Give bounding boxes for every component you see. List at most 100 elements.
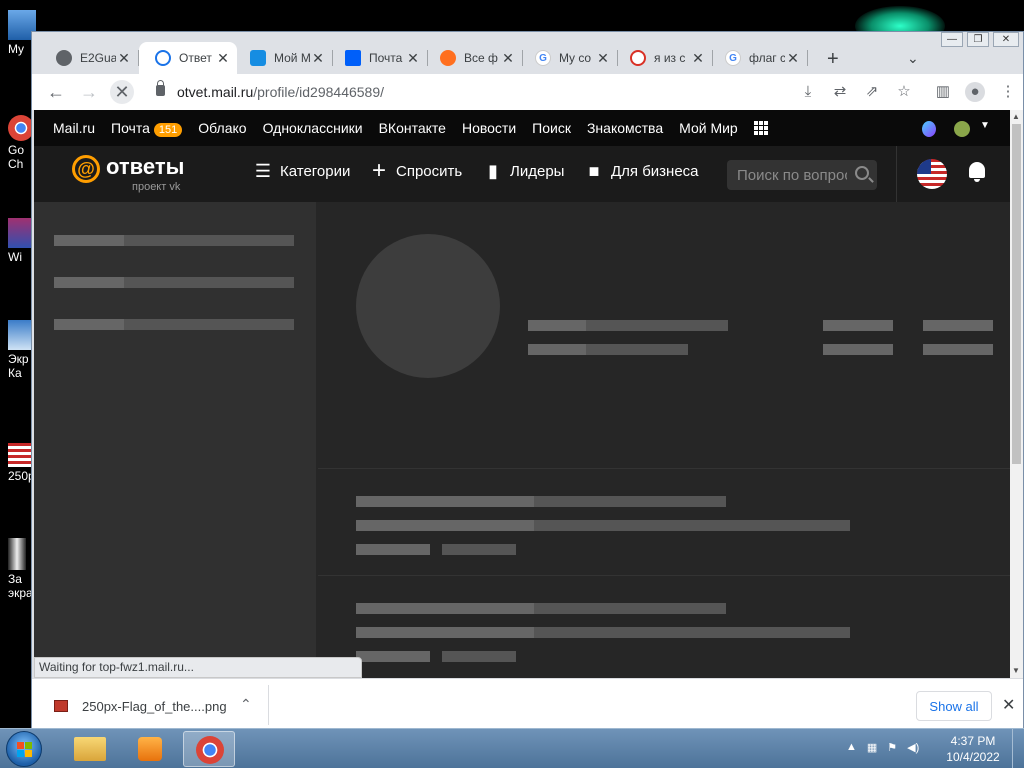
nav-categories[interactable]: ☰ Категории xyxy=(254,162,350,180)
otvety-header: @ ответы проект vk ☰ Категории + Спросить … xyxy=(34,146,1010,202)
portal-link-mailru[interactable]: Mail.ru xyxy=(53,120,95,136)
taskbar-media-player[interactable] xyxy=(124,731,176,767)
media-player-icon xyxy=(138,737,162,761)
portal-link-novosti[interactable]: Новости xyxy=(462,120,516,136)
logo-text[interactable]: ответы xyxy=(106,154,184,180)
tab-title: Ответ xyxy=(179,51,212,65)
skeleton-line xyxy=(442,651,516,662)
skeleton-line xyxy=(442,544,516,555)
portal-link-poisk[interactable]: Поиск xyxy=(532,120,571,136)
chevron-down-icon[interactable]: ⌄ xyxy=(907,50,919,67)
side-panel-icon[interactable]: ▥ xyxy=(933,82,953,102)
tab-google-1[interactable]: G My co ✕ xyxy=(519,42,618,74)
url-host: otvet.mail.ru xyxy=(177,84,254,100)
search-icon[interactable] xyxy=(855,166,869,180)
portal-link-moi-mir[interactable]: Мой Мир xyxy=(679,120,738,136)
close-icon[interactable]: ✕ xyxy=(215,50,231,67)
clock-time: 4:37 PM xyxy=(950,734,996,748)
chevron-down-icon[interactable]: ▼ xyxy=(980,120,990,131)
chevron-up-icon[interactable]: ⌃ xyxy=(240,696,252,713)
apps-grid-icon[interactable] xyxy=(753,121,768,135)
scroll-down-icon[interactable]: ▼ xyxy=(1012,666,1020,675)
portal-link-pochta[interactable]: Почта 151 xyxy=(111,120,183,137)
otvety-logo-icon[interactable]: @ xyxy=(72,155,100,183)
skeleton-line xyxy=(356,627,534,638)
skeleton-line xyxy=(586,320,728,331)
show-desktop-button[interactable] xyxy=(1012,729,1024,768)
tab-title: E2Gua xyxy=(80,51,116,65)
skeleton-line xyxy=(54,319,124,330)
action-center-icon[interactable]: ⚑ xyxy=(887,741,897,754)
nav-business[interactable]: ■ Для бизнеса xyxy=(585,162,699,180)
portal-link-znakomstva[interactable]: Знакомства xyxy=(587,120,663,136)
menu-kebab-icon[interactable]: ⋮ xyxy=(998,82,1018,102)
skeleton-line xyxy=(356,651,430,662)
translate-icon[interactable]: ⇄ xyxy=(830,82,850,102)
skeleton-line xyxy=(528,320,586,331)
tray-expand-icon[interactable]: ▲ xyxy=(846,741,857,754)
stop-loading-icon[interactable]: ✕ xyxy=(110,80,134,104)
close-icon[interactable]: ✕ xyxy=(500,50,516,67)
tab-pochta[interactable]: Почта ✕ xyxy=(329,42,428,74)
new-tab-icon[interactable]: + xyxy=(827,48,839,71)
skeleton-line xyxy=(124,235,294,246)
scroll-thumb[interactable] xyxy=(1012,124,1021,464)
taskbar-chrome[interactable] xyxy=(183,731,235,767)
back-arrow-icon[interactable]: ← xyxy=(44,80,68,104)
tab-moi-mir[interactable]: Мой М ✕ xyxy=(234,42,333,74)
close-icon[interactable]: ✕ xyxy=(690,50,706,67)
address-bar[interactable]: otvet.mail.ru/profile/id298446589/ xyxy=(144,78,844,106)
profile-avatar-placeholder xyxy=(356,234,500,378)
mail-icon xyxy=(345,50,361,66)
close-icon[interactable]: ✕ xyxy=(1002,695,1015,715)
nav-leaders[interactable]: ▮ Лидеры xyxy=(484,162,564,180)
assistant-icon[interactable] xyxy=(922,121,936,137)
otvety-icon xyxy=(155,50,171,66)
portal-link-vkontakte[interactable]: ВКонтакте xyxy=(379,120,446,136)
system-tray: ▲ ▦ ⚑ ◀) xyxy=(846,741,919,754)
volume-icon[interactable]: ◀) xyxy=(907,741,919,754)
tab-google-2[interactable]: G флаг с ✕ xyxy=(709,42,808,74)
tab-otvety[interactable]: Ответ ✕ xyxy=(139,42,237,74)
scroll-up-icon[interactable]: ▲ xyxy=(1012,112,1020,121)
lock-icon[interactable] xyxy=(156,80,165,96)
tab-cloud[interactable]: Все ф ✕ xyxy=(424,42,523,74)
network-icon[interactable]: ▦ xyxy=(867,741,877,754)
user-avatar-icon[interactable] xyxy=(954,121,970,137)
browser-toolbar: ← → ✕ otvet.mail.ru/profile/id298446589/… xyxy=(32,74,1023,110)
search-input[interactable] xyxy=(727,160,847,190)
download-bar: 250px-Flag_of_the....png ⌃ Show all ✕ xyxy=(32,678,1023,729)
start-button[interactable] xyxy=(6,731,42,767)
page-scrollbar[interactable]: ▲ ▼ xyxy=(1010,110,1023,678)
skeleton-line xyxy=(124,319,294,330)
close-icon[interactable]: ✕ xyxy=(310,50,326,67)
install-app-icon[interactable]: ⤓ xyxy=(798,82,818,102)
tab-otvety-2[interactable]: я из с ✕ xyxy=(614,42,713,74)
bell-icon[interactable] xyxy=(969,162,985,182)
skeleton-line xyxy=(356,520,534,531)
tab-e2guardian[interactable]: E2Gua ✕ xyxy=(40,42,139,74)
close-icon[interactable]: ✕ xyxy=(116,50,132,67)
skeleton-line xyxy=(923,320,993,331)
forward-arrow-icon[interactable]: → xyxy=(77,80,101,104)
download-item[interactable]: 250px-Flag_of_the....png xyxy=(82,699,227,714)
status-bubble: Waiting for top-fwz1.mail.ru... xyxy=(34,657,362,678)
share-icon[interactable]: ⇗ xyxy=(862,82,882,102)
clock-date: 10/4/2022 xyxy=(946,750,1000,764)
close-icon[interactable]: ✕ xyxy=(405,50,421,67)
system-clock[interactable]: 4:37 PM 10/4/2022 xyxy=(940,733,1006,765)
tab-title: My co xyxy=(559,51,592,65)
close-icon[interactable]: ✕ xyxy=(595,50,611,67)
skeleton-line xyxy=(923,344,993,355)
taskbar-explorer[interactable] xyxy=(64,731,116,767)
nav-ask[interactable]: + Спросить xyxy=(370,159,462,183)
us-flag-icon[interactable] xyxy=(917,159,947,189)
image-file-icon xyxy=(54,700,68,712)
show-all-button[interactable]: Show all xyxy=(916,691,992,721)
profile-avatar-icon[interactable]: ● xyxy=(965,82,985,102)
portal-link-odnoklassniki[interactable]: Одноклассники xyxy=(263,120,363,136)
divider xyxy=(268,685,269,725)
portal-link-oblako[interactable]: Облако xyxy=(198,120,246,136)
bookmark-star-icon[interactable]: ☆ xyxy=(894,82,914,102)
close-icon[interactable]: ✕ xyxy=(785,50,801,67)
